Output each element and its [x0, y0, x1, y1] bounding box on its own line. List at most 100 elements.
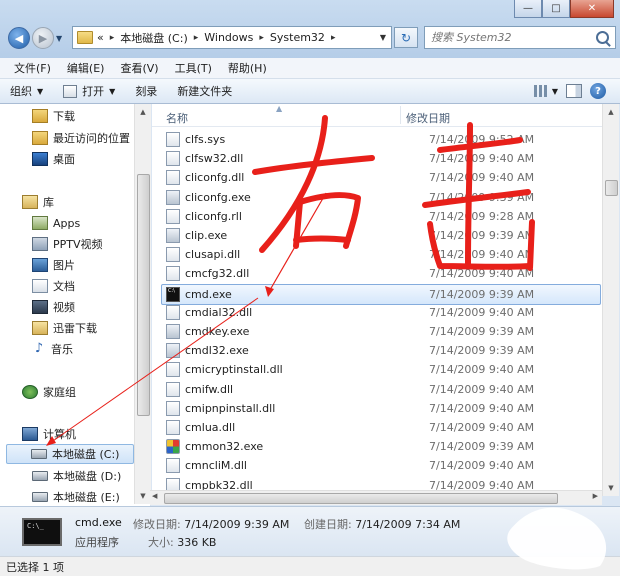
- search-box[interactable]: [424, 26, 616, 49]
- table-row[interactable]: cmicryptinstall.dll 7/14/2009 9:40 AM: [162, 360, 600, 379]
- breadcrumb-separator[interactable]: ▸: [331, 33, 336, 43]
- nav-item-downloads[interactable]: 下载: [32, 106, 75, 126]
- organize-button[interactable]: 组织 ▼: [0, 83, 53, 99]
- new-folder-button[interactable]: 新建文件夹: [167, 83, 242, 99]
- nav-item-label: 视频: [53, 301, 75, 314]
- table-row[interactable]: cmcfg32.dll 7/14/2009 9:40 AM: [162, 264, 600, 283]
- nav-item-drive-e[interactable]: 本地磁盘 (E:): [32, 487, 120, 506]
- file-date: 7/14/2009 9:39 AM: [429, 344, 535, 358]
- sort-indicator-icon: ▲: [276, 104, 283, 113]
- table-row[interactable]: clusapi.dll 7/14/2009 9:40 AM: [162, 245, 600, 264]
- menu-tools[interactable]: 工具(T): [167, 60, 220, 76]
- help-icon[interactable]: ?: [590, 83, 606, 99]
- breadcrumb-separator[interactable]: ▸: [259, 33, 264, 43]
- nav-item-xunlei[interactable]: 迅雷下载: [32, 318, 97, 338]
- chevron-down-icon[interactable]: ▼: [552, 87, 558, 96]
- burn-button[interactable]: 刻录: [125, 83, 167, 99]
- nav-item-desktop[interactable]: 桌面: [32, 149, 75, 169]
- nav-item-computer[interactable]: 计算机: [22, 424, 76, 444]
- nav-item-drive-d[interactable]: 本地磁盘 (D:): [32, 466, 121, 486]
- back-button[interactable]: ◀: [8, 27, 30, 49]
- address-bar[interactable]: « ▸ 本地磁盘 (C:) ▸ Windows ▸ System32 ▸ ▼: [72, 26, 392, 49]
- maximize-button[interactable]: □: [542, 0, 570, 18]
- nav-item-libraries[interactable]: 库: [22, 192, 54, 212]
- table-row[interactable]: cmmon32.exe 7/14/2009 9:39 AM: [162, 437, 600, 456]
- nav-item-apps[interactable]: Apps: [32, 213, 80, 233]
- menu-file[interactable]: 文件(F): [0, 60, 59, 76]
- table-row[interactable]: cmifw.dll 7/14/2009 9:40 AM: [162, 380, 600, 399]
- menu-edit[interactable]: 编辑(E): [59, 60, 113, 76]
- table-row[interactable]: clip.exe 7/14/2009 9:39 AM: [162, 226, 600, 245]
- scrollbar-thumb[interactable]: [137, 174, 150, 416]
- horizontal-scrollbar[interactable]: ◀ ▶: [150, 490, 602, 505]
- open-label: 打开: [82, 85, 105, 98]
- nav-item-pptv[interactable]: PPTV视频: [32, 234, 103, 254]
- nav-item-label: 家庭组: [43, 386, 76, 399]
- table-row-selected[interactable]: cmd.exe 7/14/2009 9:39 AM: [161, 283, 601, 305]
- column-divider[interactable]: [400, 106, 401, 124]
- nav-item-homegroup[interactable]: 家庭组: [22, 382, 76, 402]
- nav-item-pictures[interactable]: 图片: [32, 255, 75, 275]
- file-date: 7/14/2009 9:40 AM: [429, 305, 535, 319]
- minimize-button[interactable]: —: [514, 0, 542, 18]
- menu-view[interactable]: 查看(V): [112, 60, 166, 76]
- scroll-down-icon[interactable]: ▼: [135, 488, 151, 504]
- scrollbar-thumb[interactable]: [164, 493, 558, 504]
- file-list-scrollbar[interactable]: ▲ ▼: [602, 104, 619, 496]
- system-file-icon: [166, 170, 180, 186]
- search-icon[interactable]: [596, 31, 609, 44]
- scrollbar-thumb[interactable]: [605, 180, 618, 196]
- nav-item-music[interactable]: ♪ 音乐: [32, 339, 73, 359]
- scroll-right-icon[interactable]: ▶: [593, 492, 598, 500]
- nav-item-label: 下载: [53, 110, 75, 123]
- forward-button[interactable]: ▶: [32, 27, 54, 49]
- refresh-button[interactable]: ↻: [394, 27, 418, 48]
- nav-item-recent-places[interactable]: 最近访问的位置: [32, 128, 130, 148]
- details-size-value: 336 KB: [177, 536, 217, 549]
- table-row[interactable]: cliconfg.dll 7/14/2009 9:40 AM: [162, 168, 600, 187]
- application-icon: [166, 343, 180, 359]
- breadcrumb-system32[interactable]: System32: [270, 31, 325, 44]
- table-row[interactable]: cmncliM.dll 7/14/2009 9:40 AM: [162, 456, 600, 475]
- breadcrumb-separator[interactable]: ▸: [110, 33, 115, 43]
- breadcrumb-windows[interactable]: Windows: [204, 31, 253, 44]
- nav-item-label: 文档: [53, 280, 75, 293]
- nav-item-videos[interactable]: 视频: [32, 297, 75, 317]
- table-row[interactable]: clfs.sys 7/14/2009 9:52 AM: [162, 130, 600, 149]
- recent-pages-dropdown[interactable]: ▼: [56, 34, 62, 43]
- nav-item-drive-c[interactable]: 本地磁盘 (C:): [6, 444, 134, 464]
- preview-pane-icon[interactable]: [566, 84, 582, 98]
- arrow-left-icon: ◀: [14, 31, 24, 45]
- breadcrumb-c-drive[interactable]: 本地磁盘 (C:): [120, 30, 187, 46]
- table-row[interactable]: cliconfg.rll 7/14/2009 9:28 AM: [162, 207, 600, 226]
- scroll-up-icon[interactable]: ▲: [603, 104, 619, 120]
- table-row[interactable]: cmdl32.exe 7/14/2009 9:39 AM: [162, 341, 600, 360]
- open-button[interactable]: 打开 ▼: [53, 83, 125, 99]
- column-header-date[interactable]: 修改日期: [406, 110, 450, 126]
- table-row[interactable]: cmipnpinstall.dll 7/14/2009 9:40 AM: [162, 399, 600, 418]
- scroll-down-icon[interactable]: ▼: [603, 480, 619, 496]
- table-row[interactable]: cmdial32.dll 7/14/2009 9:40 AM: [162, 303, 600, 322]
- file-date: 7/14/2009 9:28 AM: [429, 209, 535, 223]
- details-created-value: 7/14/2009 7:34 AM: [355, 518, 461, 531]
- table-row[interactable]: clfsw32.dll 7/14/2009 9:40 AM: [162, 149, 600, 168]
- nav-item-documents[interactable]: 文档: [32, 276, 75, 296]
- libraries-icon: [22, 195, 38, 209]
- breadcrumb-separator[interactable]: ▸: [194, 33, 199, 43]
- column-header-name[interactable]: 名称: [166, 110, 188, 126]
- close-button[interactable]: ✕: [570, 0, 614, 18]
- file-date: 7/14/2009 9:40 AM: [429, 363, 535, 377]
- address-dropdown-icon[interactable]: ▼: [380, 33, 386, 42]
- table-row[interactable]: cmdkey.exe 7/14/2009 9:39 AM: [162, 322, 600, 341]
- scroll-left-icon[interactable]: ◀: [152, 492, 157, 500]
- file-date: 7/14/2009 9:40 AM: [429, 267, 535, 281]
- menu-help[interactable]: 帮助(H): [220, 60, 275, 76]
- table-row[interactable]: cliconfg.exe 7/14/2009 9:39 AM: [162, 188, 600, 207]
- nav-header-computer: 计算机: [43, 428, 76, 441]
- address-overflow[interactable]: «: [97, 31, 104, 44]
- table-row[interactable]: cmlua.dll 7/14/2009 9:40 AM: [162, 418, 600, 437]
- change-view-icon[interactable]: [533, 85, 548, 97]
- search-input[interactable]: [425, 30, 593, 45]
- nav-pane-scrollbar[interactable]: ▲ ▼: [134, 104, 151, 504]
- scroll-up-icon[interactable]: ▲: [135, 104, 151, 120]
